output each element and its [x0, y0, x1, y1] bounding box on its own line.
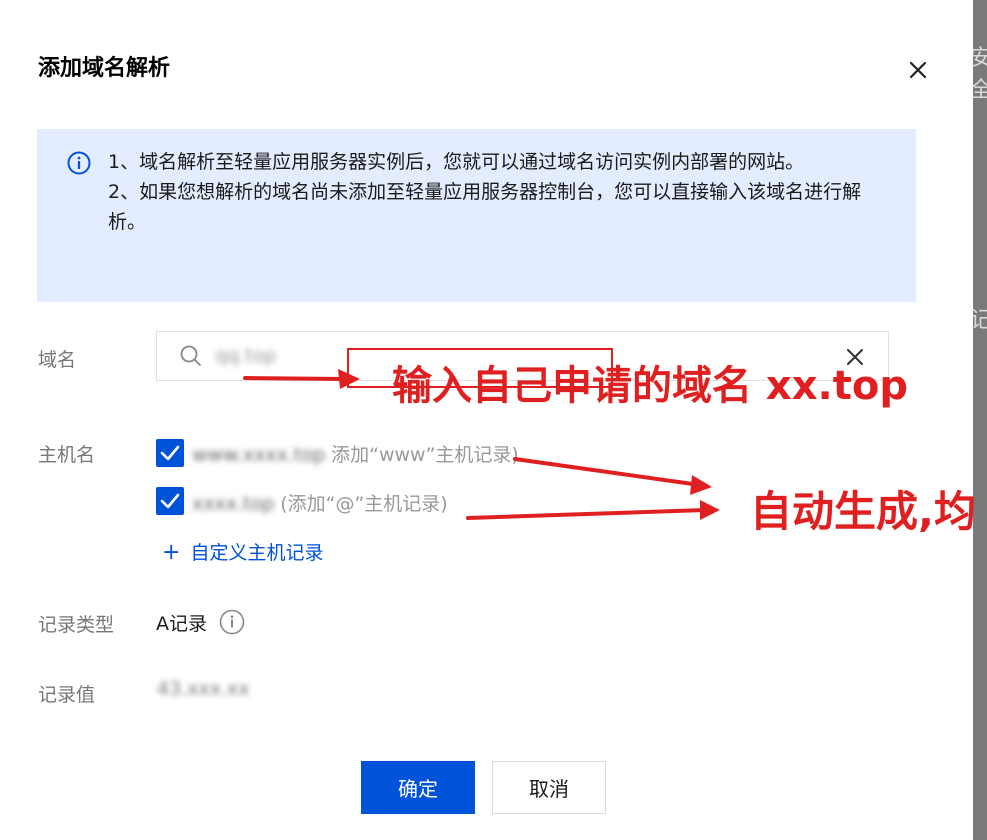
annotation-arrow — [513, 457, 702, 487]
annotation-arrowhead — [690, 475, 712, 495]
annotation-arrowhead — [338, 369, 360, 389]
annotation-arrowhead — [700, 500, 720, 520]
annotation-arrows — [243, 369, 720, 520]
annotation-arrow — [466, 508, 707, 520]
annotation-arrow — [243, 376, 347, 381]
